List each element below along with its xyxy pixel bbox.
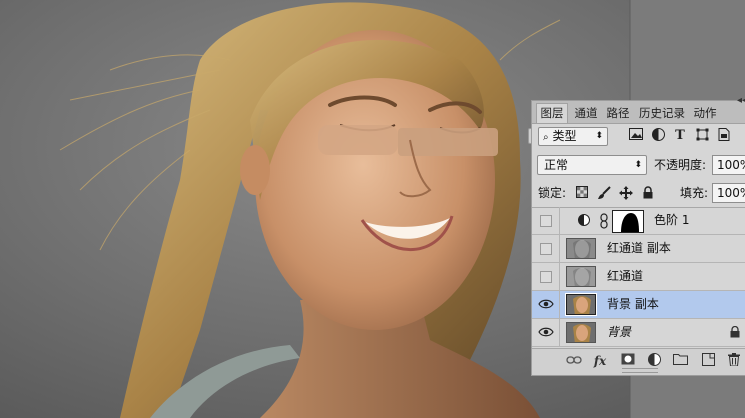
- shape-filter-icon[interactable]: [694, 128, 710, 144]
- visibility-toggle[interactable]: [532, 207, 560, 234]
- resize-grip[interactable]: [622, 368, 658, 373]
- tab-history[interactable]: 历史记录: [636, 104, 688, 123]
- layer-row-red-channel[interactable]: 红通道: [532, 263, 745, 291]
- layer-mask-thumbnail[interactable]: [612, 210, 644, 233]
- layer-thumbnail: [565, 293, 597, 316]
- opacity-label: 不透明度:: [654, 158, 707, 172]
- visibility-toggle[interactable]: [532, 235, 560, 262]
- layers-list: 色阶 1 红通道 副本 红通道 背景 副本 背景: [532, 207, 745, 350]
- smart-object-filter-icon[interactable]: [716, 128, 732, 144]
- lock-icon: [730, 326, 740, 338]
- layer-row-levels[interactable]: 色阶 1: [532, 207, 745, 235]
- chain-link-icon[interactable]: [600, 213, 608, 232]
- tab-layers[interactable]: 图层: [536, 103, 568, 123]
- mask-icon[interactable]: [620, 353, 636, 369]
- layer-name: 背景: [607, 325, 632, 339]
- hidden-box-icon: [540, 271, 552, 283]
- hidden-box-icon: [540, 243, 552, 255]
- visibility-toggle[interactable]: [532, 263, 560, 290]
- opacity-input[interactable]: 100%: [712, 155, 745, 175]
- layer-thumbnail: [566, 266, 596, 287]
- search-icon: ⌕: [543, 132, 549, 143]
- lock-transparent-icon[interactable]: [574, 186, 590, 202]
- lock-label: 锁定:: [538, 186, 567, 200]
- visibility-toggle[interactable]: [532, 319, 560, 346]
- group-folder-icon[interactable]: [672, 353, 688, 369]
- link-layers-icon[interactable]: [566, 353, 582, 369]
- blend-mode-select[interactable]: 正常 ⬍: [537, 155, 647, 175]
- lock-row: 锁定: 填充: 100%: [532, 181, 745, 208]
- panel-menu-icon[interactable]: ◂◂: [737, 95, 745, 106]
- eye-icon: [538, 299, 554, 309]
- layer-name: 色阶 1: [654, 213, 690, 227]
- lock-paint-icon[interactable]: [596, 186, 612, 202]
- layer-row-red-channel-copy[interactable]: 红通道 副本: [532, 235, 745, 263]
- lock-all-icon[interactable]: [640, 186, 656, 202]
- lock-position-icon[interactable]: [618, 186, 634, 202]
- fill-label: 填充:: [680, 186, 709, 200]
- text-filter-icon[interactable]: T: [672, 128, 688, 144]
- fx-icon[interactable]: fx: [592, 353, 608, 369]
- visibility-toggle[interactable]: [532, 291, 560, 318]
- filter-kind-label: 类型: [552, 129, 577, 143]
- layers-panel: 图层 通道 路径 历史记录 动作 ◂◂ ⌕ 类型 ⬍ T 正常 ⬍ 不透明度: …: [531, 95, 745, 376]
- tab-channels[interactable]: 通道: [572, 104, 600, 123]
- layer-name: 背景 副本: [607, 297, 659, 311]
- hidden-box-icon: [540, 215, 552, 227]
- trash-icon[interactable]: [726, 353, 742, 369]
- tab-paths[interactable]: 路径: [604, 104, 632, 123]
- layer-name: 红通道 副本: [607, 241, 671, 255]
- layer-name: 红通道: [607, 269, 644, 283]
- updown-arrows-icon: ⬍: [595, 131, 603, 141]
- blend-mode-value: 正常: [544, 158, 569, 172]
- updown-arrows-icon: ⬍: [634, 160, 642, 170]
- layers-footer: fx: [532, 348, 745, 375]
- tab-actions[interactable]: 动作: [690, 104, 720, 123]
- layer-row-background-copy[interactable]: 背景 副本: [532, 291, 745, 319]
- eye-icon: [538, 327, 554, 337]
- layer-filter-row: ⌕ 类型 ⬍ T: [536, 125, 745, 149]
- adjustment-layer-icon: [578, 214, 590, 229]
- layer-thumbnail: [566, 238, 596, 259]
- adjustment-filter-icon[interactable]: [650, 128, 666, 144]
- new-layer-icon[interactable]: [700, 353, 716, 369]
- adjustment-layer-icon[interactable]: [646, 353, 662, 369]
- layer-thumbnail: [566, 322, 596, 343]
- panel-tabs: 图层 通道 路径 历史记录 动作 ◂◂: [532, 95, 745, 124]
- fill-input[interactable]: 100%: [712, 183, 745, 203]
- filter-kind-select[interactable]: ⌕ 类型 ⬍: [538, 127, 608, 146]
- blend-row: 正常 ⬍ 不透明度: 100%: [532, 153, 745, 179]
- layer-row-background[interactable]: 背景: [532, 319, 745, 347]
- image-filter-icon[interactable]: [628, 128, 644, 144]
